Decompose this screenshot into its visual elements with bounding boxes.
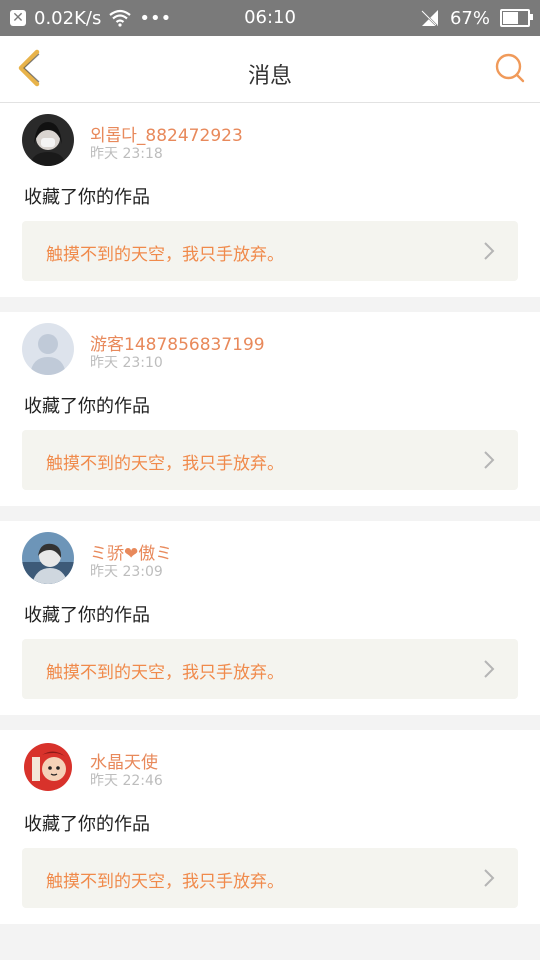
status-bar: ✕ 0.02K/s ••• 06:10 67% (0, 0, 540, 36)
avatar[interactable] (22, 114, 74, 166)
chevron-right-icon (484, 451, 495, 469)
message-item[interactable]: 水晶天使 昨天 22:46 收藏了你的作品 触摸不到的天空，我只手放弃。 (0, 730, 540, 924)
message-list: 외롭다_882472923 昨天 23:18 收藏了你的作品 触摸不到的天空，我… (0, 103, 540, 960)
clock: 06:10 (244, 7, 296, 28)
work-title: 触摸不到的天空，我只手放弃。 (46, 245, 284, 265)
work-title: 触摸不到的天空，我只手放弃。 (46, 454, 284, 474)
work-link[interactable]: 触摸不到的天空，我只手放弃。 (22, 430, 518, 490)
page-title: 消息 (247, 64, 292, 89)
action-text: 收藏了你的作品 (24, 396, 150, 417)
action-text: 收藏了你的作品 (24, 187, 150, 208)
work-link[interactable]: 触摸不到的天空，我只手放弃。 (22, 848, 518, 908)
timestamp: 昨天 23:18 (90, 146, 163, 162)
work-link[interactable]: 触摸不到的天空，我只手放弃。 (22, 221, 518, 281)
search-icon (495, 53, 525, 83)
action-text: 收藏了你的作品 (24, 814, 150, 835)
avatar[interactable] (22, 323, 74, 375)
battery-icon (500, 9, 533, 27)
chevron-right-icon (484, 242, 495, 260)
battery-fill (503, 12, 518, 24)
message-item[interactable]: ミ骄❤傲ミ 昨天 23:09 收藏了你的作品 触摸不到的天空，我只手放弃。 (0, 521, 540, 715)
search-button[interactable] (490, 48, 530, 88)
chevron-right-icon (484, 660, 495, 678)
message-item[interactable]: 외롭다_882472923 昨天 23:18 收藏了你的作品 触摸不到的天空，我… (0, 103, 540, 297)
work-title: 触摸不到的天空，我只手放弃。 (46, 663, 284, 683)
work-link[interactable]: 触摸不到的天空，我只手放弃。 (22, 639, 518, 699)
work-title: 触摸不到的天空，我只手放弃。 (46, 872, 284, 892)
timestamp: 昨天 22:46 (90, 773, 163, 789)
timestamp: 昨天 23:09 (90, 564, 163, 580)
header-bar: 消息 (0, 36, 540, 103)
chevron-right-icon (484, 869, 495, 887)
avatar[interactable] (22, 532, 74, 584)
message-item[interactable]: 游客1487856837199 昨天 23:10 收藏了你的作品 触摸不到的天空… (0, 312, 540, 506)
avatar[interactable] (22, 741, 74, 793)
action-text: 收藏了你的作品 (24, 605, 150, 626)
timestamp: 昨天 23:10 (90, 355, 163, 371)
